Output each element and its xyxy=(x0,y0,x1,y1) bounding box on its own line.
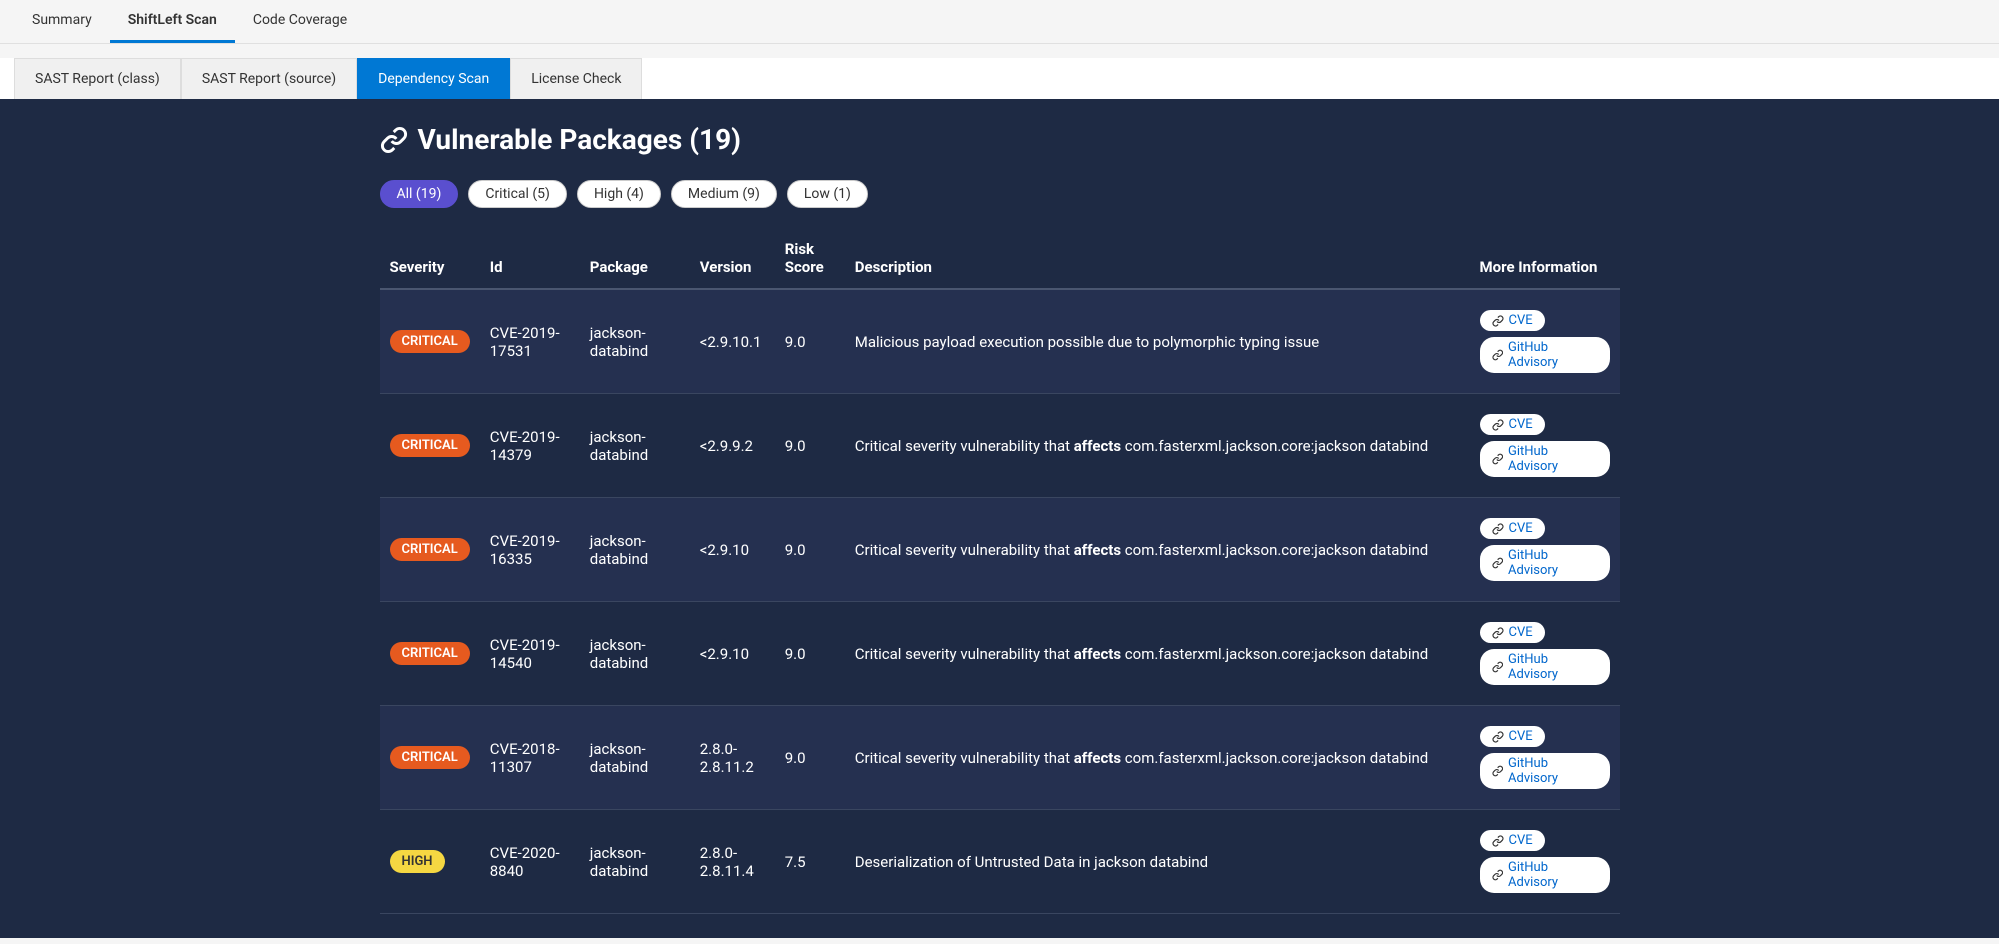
page-title-text: Vulnerable Packages (19) xyxy=(418,123,741,156)
vuln-id: CVE-2018-11307 xyxy=(480,706,580,810)
cve-link[interactable]: CVE xyxy=(1480,518,1545,539)
description: Critical severity vulnerability that aff… xyxy=(845,706,1470,810)
sub-tab-3[interactable]: License Check xyxy=(510,58,642,99)
github-advisory-link[interactable]: GitHub Advisory xyxy=(1480,649,1610,685)
package-name: jackson-databind xyxy=(580,394,690,498)
sub-tab-0[interactable]: SAST Report (class) xyxy=(14,58,181,99)
content-panel: Vulnerable Packages (19) All (19) Critica… xyxy=(0,99,1999,938)
vuln-id: CVE-2019-16335 xyxy=(480,498,580,602)
page-title: Vulnerable Packages (19) xyxy=(380,123,1620,156)
github-advisory-link[interactable]: GitHub Advisory xyxy=(1480,857,1610,893)
severity-badge: CRITICAL xyxy=(390,538,470,561)
vuln-id: CVE-2019-14540 xyxy=(480,602,580,706)
vuln-id: CVE-2019-17531 xyxy=(480,289,580,394)
version: <2.9.10 xyxy=(690,602,775,706)
cve-link[interactable]: CVE xyxy=(1480,310,1545,331)
table-row: CRITICAL CVE-2019-14379jackson-databind<2… xyxy=(380,394,1620,498)
filter-pill-4[interactable]: Low (1) xyxy=(787,180,868,208)
risk-score: 9.0 xyxy=(775,394,845,498)
risk-score: 9.0 xyxy=(775,289,845,394)
package-name: jackson-databind xyxy=(580,289,690,394)
top-tabs: SummaryShiftLeft ScanCode Coverage xyxy=(0,0,1999,44)
column-header: More Information xyxy=(1470,228,1620,289)
cve-link[interactable]: CVE xyxy=(1480,830,1545,851)
version: 2.8.0-2.8.11.4 xyxy=(690,810,775,914)
description: Critical severity vulnerability that aff… xyxy=(845,394,1470,498)
version: <2.9.9.2 xyxy=(690,394,775,498)
table-row: CRITICAL CVE-2019-14540jackson-databind<2… xyxy=(380,602,1620,706)
filter-pills: All (19) Critical (5) High (4) Medium (9) Lo… xyxy=(380,180,1620,208)
description: Deserialization of Untrusted Data in jac… xyxy=(845,810,1470,914)
version: 2.8.0-2.8.11.2 xyxy=(690,706,775,810)
top-tab-2[interactable]: Code Coverage xyxy=(235,0,365,43)
severity-badge: CRITICAL xyxy=(390,330,470,353)
filter-pill-0[interactable]: All (19) xyxy=(380,180,459,208)
link-icon xyxy=(380,126,408,154)
top-tab-1[interactable]: ShiftLeft Scan xyxy=(110,0,235,43)
column-header: Id xyxy=(480,228,580,289)
severity-badge: CRITICAL xyxy=(390,642,470,665)
package-name: jackson-databind xyxy=(580,706,690,810)
package-name: jackson-databind xyxy=(580,602,690,706)
column-header: Risk Score xyxy=(775,228,845,289)
package-name: jackson-databind xyxy=(580,498,690,602)
column-header: Description xyxy=(845,228,1470,289)
table-row: HIGH CVE-2020-8840jackson-databind2.8.0-2… xyxy=(380,810,1620,914)
package-name: jackson-databind xyxy=(580,810,690,914)
vuln-id: CVE-2019-14379 xyxy=(480,394,580,498)
table-header-row: SeverityIdPackageVersionRisk ScoreDescri… xyxy=(380,228,1620,289)
severity-badge: HIGH xyxy=(390,850,445,873)
table-body: CRITICALCVE-2019-17531jackson-databind<2… xyxy=(380,289,1620,914)
description: Critical severity vulnerability that aff… xyxy=(845,498,1470,602)
description: Malicious payload execution possible due… xyxy=(845,289,1470,394)
risk-score: 9.0 xyxy=(775,498,845,602)
filter-pill-3[interactable]: Medium (9) xyxy=(671,180,777,208)
vuln-id: CVE-2020-8840 xyxy=(480,810,580,914)
github-advisory-link[interactable]: GitHub Advisory xyxy=(1480,545,1610,581)
column-header: Version xyxy=(690,228,775,289)
risk-score: 7.5 xyxy=(775,810,845,914)
github-advisory-link[interactable]: GitHub Advisory xyxy=(1480,337,1610,373)
description: Critical severity vulnerability that aff… xyxy=(845,602,1470,706)
version: <2.9.10 xyxy=(690,498,775,602)
filter-pill-1[interactable]: Critical (5) xyxy=(468,180,567,208)
column-header: Package xyxy=(580,228,690,289)
table-row: CRITICAL CVE-2018-11307jackson-databind2.… xyxy=(380,706,1620,810)
table-row: CRITICAL CVE-2019-16335jackson-databind<2… xyxy=(380,498,1620,602)
risk-score: 9.0 xyxy=(775,602,845,706)
top-tab-0[interactable]: Summary xyxy=(14,0,110,43)
table-row: CRITICAL CVE-2019-17531jackson-databind<2… xyxy=(380,289,1620,394)
filter-pill-2[interactable]: High (4) xyxy=(577,180,661,208)
sub-tabs: SAST Report (class)SAST Report (source)D… xyxy=(0,58,1999,99)
sub-tab-1[interactable]: SAST Report (source) xyxy=(181,58,357,99)
severity-badge: CRITICAL xyxy=(390,746,470,769)
github-advisory-link[interactable]: GitHub Advisory xyxy=(1480,441,1610,477)
risk-score: 9.0 xyxy=(775,706,845,810)
severity-badge: CRITICAL xyxy=(390,434,470,457)
cve-link[interactable]: CVE xyxy=(1480,414,1545,435)
cve-link[interactable]: CVE xyxy=(1480,622,1545,643)
sub-tab-2[interactable]: Dependency Scan xyxy=(357,58,510,99)
column-header: Severity xyxy=(380,228,480,289)
version: <2.9.10.1 xyxy=(690,289,775,394)
github-advisory-link[interactable]: GitHub Advisory xyxy=(1480,753,1610,789)
vulnerabilities-table: SeverityIdPackageVersionRisk ScoreDescri… xyxy=(380,228,1620,914)
cve-link[interactable]: CVE xyxy=(1480,726,1545,747)
